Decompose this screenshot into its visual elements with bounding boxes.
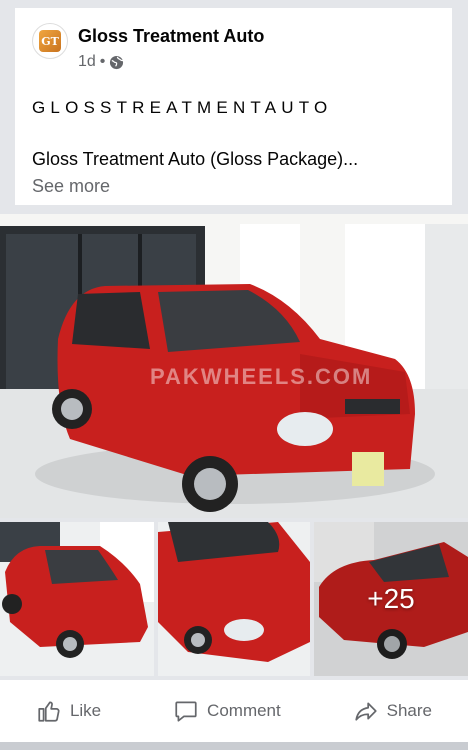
see-more-link[interactable]: See more [32, 176, 110, 197]
comment-button[interactable]: Comment [159, 690, 295, 732]
share-button[interactable]: Share [339, 690, 446, 732]
thumbs-up-icon [38, 701, 60, 722]
post-actions-bar: Like Comment Share [0, 680, 468, 742]
car-photo-thumbnail[interactable] [0, 522, 154, 676]
post-header: GT Gloss Treatment Auto 1d • GLOSSTREATM… [15, 8, 452, 205]
main-car-photo[interactable]: PAKWHEELS.COM [0, 214, 468, 518]
car-photo-thumbnail[interactable]: +25 [314, 522, 468, 676]
comment-label: Comment [207, 701, 281, 720]
globe-icon[interactable] [109, 55, 124, 70]
post-text: Gloss Treatment Auto (Gloss Package)... [32, 149, 359, 169]
post-timestamp[interactable]: 1d [78, 53, 96, 71]
like-button[interactable]: Like [22, 690, 115, 732]
share-label: Share [386, 701, 433, 720]
post-meta: 1d • [78, 53, 124, 71]
feed-divider [0, 742, 468, 750]
car-photo-thumbnail[interactable] [158, 522, 310, 676]
meta-separator: • [99, 53, 106, 70]
page-name[interactable]: Gloss Treatment Auto [78, 26, 264, 47]
like-label: Like [69, 701, 102, 720]
share-icon [355, 702, 377, 721]
page-logo: GT [39, 30, 61, 52]
photo-watermark: PAKWHEELS.COM [150, 364, 373, 389]
page-avatar[interactable]: GT [32, 23, 68, 59]
comment-icon [175, 701, 197, 722]
more-photos-count[interactable]: +25 [314, 522, 468, 676]
post-tagline: GLOSSTREATMENTAUTO [32, 98, 333, 117]
